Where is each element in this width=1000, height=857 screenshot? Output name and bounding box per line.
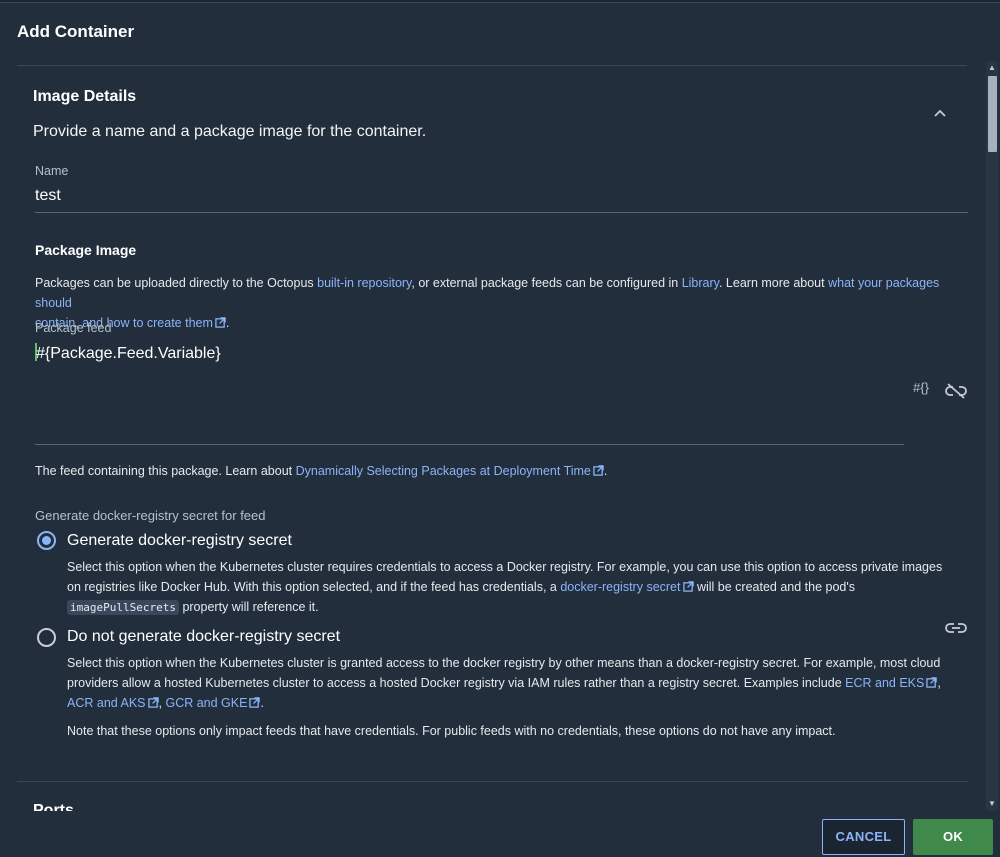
gcr-gke-link[interactable]: GCR and GKE — [165, 696, 247, 710]
desc-text: will be created and the pod's — [693, 580, 856, 594]
ok-button[interactable]: OK — [913, 819, 993, 855]
separator: , — [937, 676, 941, 690]
external-link-icon[interactable] — [593, 465, 604, 476]
do-not-generate-secret-option-label[interactable]: Do not generate docker-registry secret — [67, 628, 340, 646]
desc-text: . — [225, 316, 230, 330]
dialog-title: Add Container — [17, 22, 135, 41]
builtin-repository-link[interactable]: built-in repository — [317, 276, 411, 290]
image-details-heading: Image Details — [33, 88, 137, 105]
add-container-dialog: Add Container Image Details Provide a na… — [0, 2, 1000, 857]
dialog-scroll-area[interactable]: Image Details Provide a name and a packa… — [17, 66, 968, 811]
package-feed-value: #{Package.Feed.Variable} — [36, 345, 221, 362]
help-text: . — [603, 464, 608, 478]
section-divider — [17, 781, 968, 782]
desc-text: Select this option when the Kubernetes c… — [67, 560, 943, 574]
desc-text: Select this option when the Kubernetes c… — [67, 656, 941, 670]
scroll-down-arrow-icon[interactable]: ▼ — [986, 798, 998, 810]
name-label: Name — [35, 164, 69, 178]
link-icon[interactable] — [945, 620, 967, 636]
vertical-scrollbar[interactable]: ▲ ▼ — [986, 62, 998, 810]
ports-heading: Ports — [33, 802, 74, 811]
cancel-button[interactable]: CANCEL — [822, 819, 905, 855]
package-image-description: Packages can be uploaded directly to the… — [35, 273, 968, 333]
package-feed-label: Package feed — [35, 321, 112, 335]
desc-text: on registries like Docker Hub. With this… — [67, 580, 561, 594]
external-link-icon[interactable] — [215, 317, 226, 328]
external-link-icon[interactable] — [682, 581, 694, 592]
ecr-eks-link[interactable]: ECR and EKS — [845, 676, 924, 690]
desc-text: providers allow a hosted Kubernetes clus… — [67, 676, 846, 690]
desc-text: . Learn more about — [718, 276, 829, 290]
docker-registry-secret-link[interactable]: docker-registry secret — [560, 580, 680, 594]
desc-text: , or external package feeds can be confi… — [411, 276, 682, 290]
separator: . — [260, 696, 264, 710]
external-link-icon[interactable] — [926, 677, 938, 688]
scrollbar-thumb[interactable] — [988, 76, 997, 152]
do-not-generate-secret-description: Select this option when the Kubernetes c… — [67, 653, 957, 713]
acr-aks-link[interactable]: ACR and AKS — [67, 696, 146, 710]
variable-binding-icon[interactable]: #{} — [913, 380, 929, 395]
generate-secret-radio[interactable] — [37, 531, 56, 550]
library-link[interactable]: Library — [682, 276, 719, 290]
generate-secret-description: Select this option when the Kubernetes c… — [67, 557, 947, 618]
chevron-up-icon[interactable] — [933, 108, 947, 118]
feed-help-text: The feed containing this package. Learn … — [35, 461, 935, 481]
external-link-icon[interactable] — [249, 697, 261, 708]
scroll-up-arrow-icon[interactable]: ▲ — [986, 62, 998, 74]
name-input-underline — [35, 212, 968, 213]
dialog-footer: CANCEL OK — [0, 811, 1000, 857]
name-input[interactable]: test — [35, 187, 61, 205]
unlink-icon[interactable] — [945, 383, 967, 399]
external-link-icon[interactable] — [147, 697, 159, 708]
image-details-subtitle: Provide a name and a package image for t… — [33, 123, 427, 140]
docker-secret-label: Generate docker-registry secret for feed — [35, 508, 266, 523]
generate-secret-option-label[interactable]: Generate docker-registry secret — [67, 532, 292, 550]
dynamic-packages-link[interactable]: Dynamically Selecting Packages at Deploy… — [296, 464, 591, 478]
package-feed-input[interactable]: #{Package.Feed.Variable} — [35, 343, 221, 363]
package-image-heading: Package Image — [35, 242, 137, 258]
desc-text: Packages can be uploaded directly to the… — [35, 276, 318, 290]
help-text: The feed containing this package. Learn … — [35, 464, 296, 478]
package-feed-underline — [35, 444, 904, 445]
docker-secret-note: Note that these options only impact feed… — [67, 724, 836, 738]
do-not-generate-secret-radio[interactable] — [37, 628, 56, 647]
image-pull-secrets-code: imagePullSecrets — [67, 600, 179, 615]
desc-text: property will reference it. — [178, 600, 319, 614]
